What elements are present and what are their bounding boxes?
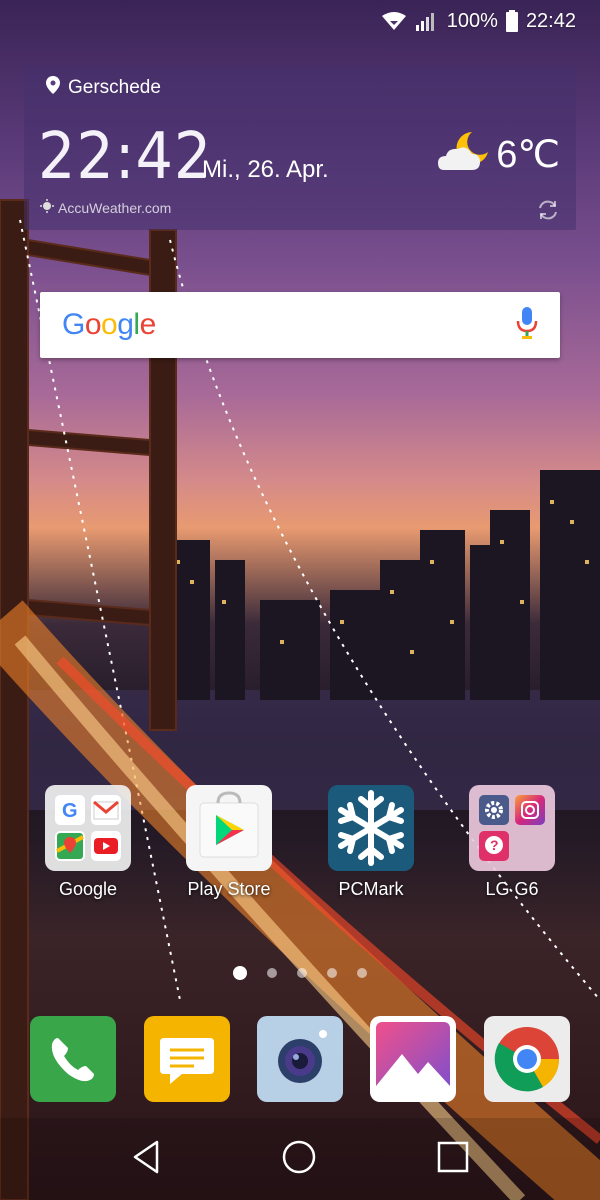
- weather-source[interactable]: AccuWeather.com: [40, 199, 171, 216]
- dock-gallery[interactable]: [370, 1016, 456, 1102]
- page-indicator[interactable]: [0, 966, 600, 980]
- weather-widget[interactable]: Gerschede 22:42 Mi., 26. Apr. 6℃ AccuWea…: [24, 66, 576, 230]
- wifi-icon: [381, 11, 407, 31]
- lg-g6-folder-icon: ?: [469, 785, 555, 871]
- play-store-icon: [186, 785, 272, 871]
- back-icon[interactable]: [131, 1140, 161, 1179]
- google-logo-letter: e: [139, 308, 157, 341]
- dock-phone[interactable]: [30, 1016, 116, 1102]
- app-play-store[interactable]: Play Store: [169, 785, 289, 900]
- gmail-icon: [91, 795, 121, 825]
- location-name: Gerschede: [68, 77, 161, 98]
- page-dot[interactable]: [267, 968, 277, 978]
- google-g-icon: G: [55, 795, 85, 825]
- google-logo-letter: g: [117, 308, 134, 341]
- google-logo-letter: o: [101, 308, 118, 341]
- instagram-icon: [515, 795, 545, 825]
- app-pcmark[interactable]: PCMark: [311, 785, 431, 900]
- app-label: LG G6: [485, 879, 539, 899]
- gallery-icon: [370, 1022, 456, 1102]
- page-dot[interactable]: [327, 968, 337, 978]
- clock-time[interactable]: 22:42: [38, 120, 212, 194]
- chrome-icon: [484, 1027, 570, 1102]
- dock-messages[interactable]: [144, 1016, 230, 1102]
- message-icon: [144, 1038, 230, 1102]
- settings-icon: [479, 795, 509, 825]
- app-label: PCMark: [338, 879, 404, 899]
- weather-location[interactable]: Gerschede: [46, 76, 161, 100]
- battery-percent: 100%: [446, 9, 498, 32]
- dock-chrome[interactable]: [484, 1016, 570, 1102]
- home-icon[interactable]: [282, 1140, 316, 1179]
- weather-condition[interactable]: 6℃: [438, 130, 560, 179]
- google-logo-letter: o: [84, 308, 102, 341]
- google-logo-letter: G: [62, 308, 85, 341]
- accuweather-icon: [40, 199, 54, 216]
- microphone-icon[interactable]: [516, 306, 538, 344]
- phone-icon: [30, 1038, 116, 1102]
- clock-date[interactable]: Mi., 26. Apr.: [202, 156, 329, 184]
- source-label: AccuWeather.com: [58, 199, 172, 216]
- app-label: Play Store: [187, 879, 271, 899]
- app-lg-g6-folder[interactable]: ? LG G6: [452, 785, 572, 900]
- refresh-icon[interactable]: [536, 198, 560, 227]
- dock-camera[interactable]: [257, 1016, 343, 1102]
- recents-icon[interactable]: [437, 1141, 469, 1178]
- svg-text:G: G: [62, 800, 78, 822]
- signal-icon: [415, 10, 439, 32]
- app-google-folder[interactable]: G Google: [28, 785, 148, 900]
- app-label: Google: [58, 879, 118, 899]
- google-logo: Google: [62, 308, 156, 342]
- svg-text:?: ?: [490, 837, 499, 853]
- maps-icon: [55, 831, 85, 861]
- google-folder-icon: G: [45, 785, 131, 871]
- camera-icon: [257, 1030, 343, 1102]
- youtube-icon: [91, 831, 121, 861]
- battery-icon: [505, 10, 518, 32]
- moon-cloud-icon: [438, 130, 490, 179]
- page-dot[interactable]: [233, 966, 247, 980]
- status-time: 22:42: [525, 9, 576, 32]
- google-search-bar[interactable]: Google: [40, 292, 560, 358]
- pcmark-snowflake-icon: [328, 785, 414, 871]
- status-bar: 100% 22:42: [0, 0, 600, 42]
- navigation-bar: [0, 1118, 600, 1200]
- page-dot[interactable]: [357, 968, 367, 978]
- help-icon: ?: [479, 831, 509, 861]
- location-pin-icon: [46, 76, 60, 100]
- page-dot[interactable]: [297, 968, 307, 978]
- temperature: 6℃: [496, 134, 560, 176]
